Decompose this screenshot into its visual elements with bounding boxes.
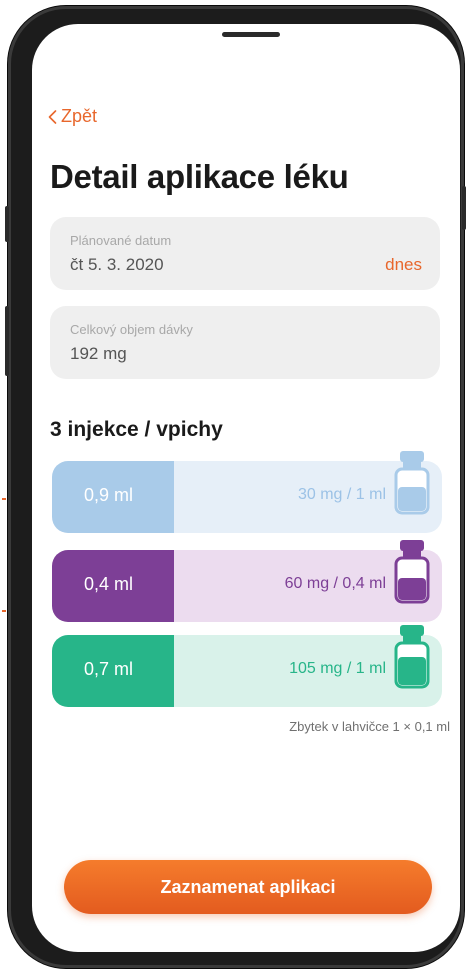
side-button xyxy=(5,206,9,242)
screen: Zpět Detail aplikace léku Plánované datu… xyxy=(32,24,460,952)
total-dose-card: Celkový objem dávky 192 mg xyxy=(50,306,440,379)
vial-icon xyxy=(394,540,430,604)
speaker xyxy=(222,32,280,37)
vial-icon xyxy=(394,451,430,515)
side-button xyxy=(462,186,466,230)
chevron-left-icon xyxy=(48,109,57,124)
injection-volume: 0,9 ml xyxy=(84,485,134,505)
remainder-note: Zbytek v lahvičce 1 × 0,1 ml xyxy=(289,719,450,734)
planned-date-value: čt 5. 3. 2020 xyxy=(70,255,164,274)
side-button xyxy=(5,306,9,376)
injection-row[interactable]: 0,9 ml 30 mg / 1 ml xyxy=(52,451,442,533)
back-label: Zpět xyxy=(61,106,98,126)
record-application-button[interactable]: Zaznamenat aplikaci xyxy=(64,860,432,914)
injection-volume: 0,7 ml xyxy=(84,659,134,679)
planned-date-card[interactable]: Plánované datum čt 5. 3. 2020 dnes xyxy=(50,217,440,290)
edge-mark xyxy=(2,498,6,500)
injection-row[interactable]: 0,4 ml 60 mg / 0,4 ml xyxy=(52,540,442,622)
phone-frame: Zpět Detail aplikace léku Plánované datu… xyxy=(5,6,466,968)
total-dose-value: 192 mg xyxy=(70,344,127,363)
injection-concentration: 60 mg / 0,4 ml xyxy=(284,575,386,592)
injection-row[interactable]: 0,7 ml 105 mg / 1 ml xyxy=(52,625,442,707)
edge-mark xyxy=(2,610,6,612)
injection-concentration: 105 mg / 1 ml xyxy=(289,660,386,677)
back-button[interactable]: Zpět xyxy=(48,106,97,127)
injection-volume: 0,4 ml xyxy=(84,574,134,594)
injection-concentration: 30 mg / 1 ml xyxy=(297,486,386,503)
planned-date-label: Plánované datum xyxy=(70,233,172,248)
total-dose-label: Celkový objem dávky xyxy=(70,322,193,337)
page-title: Detail aplikace léku xyxy=(50,158,349,195)
injections-heading: 3 injekce / vpichy xyxy=(50,418,223,441)
vial-icon xyxy=(394,625,430,689)
planned-date-relative: dnes xyxy=(385,255,422,274)
